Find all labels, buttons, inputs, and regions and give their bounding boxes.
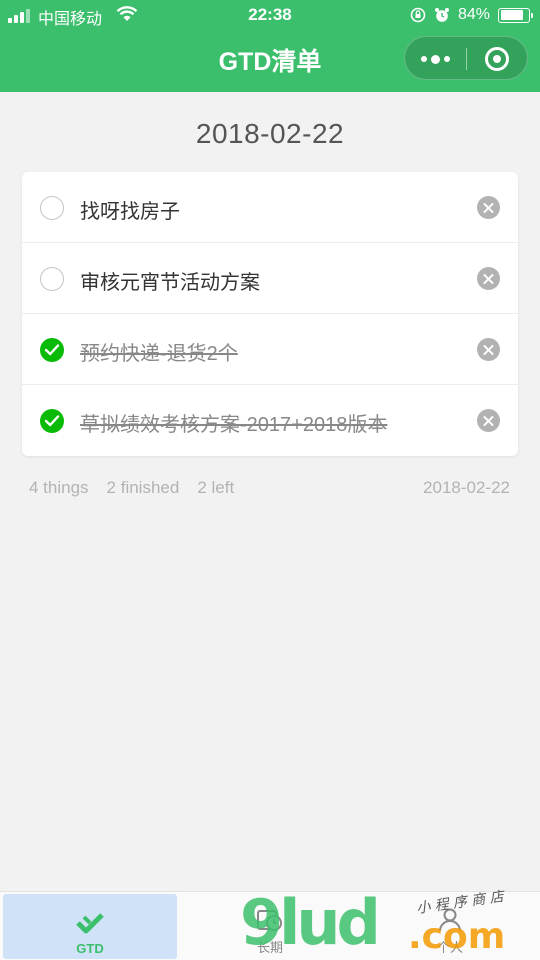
checkmark-icon xyxy=(44,344,60,356)
task-text[interactable]: 审核元宵节活动方案 xyxy=(80,266,260,295)
tab-long-term[interactable]: 长期 xyxy=(180,894,360,959)
task-row: 找呀找房子 xyxy=(22,172,518,243)
task-checkbox[interactable] xyxy=(40,196,64,220)
task-text[interactable]: 草拟绩效考核方案-2017+2018版本 xyxy=(80,408,387,437)
rotation-lock-icon xyxy=(410,7,426,23)
task-row: 审核元宵节活动方案 xyxy=(22,243,518,314)
tab-gtd[interactable]: GTD xyxy=(3,894,177,959)
stat-total: 4 things xyxy=(29,478,89,497)
battery-icon xyxy=(498,7,533,23)
delete-icon[interactable] xyxy=(477,196,500,219)
tab-label: 个人 xyxy=(436,940,463,955)
alarm-icon xyxy=(434,8,449,22)
tab-label: 长期 xyxy=(256,940,283,955)
tab-personal[interactable]: 个人 xyxy=(360,894,540,959)
delete-icon[interactable] xyxy=(477,409,500,432)
delete-icon[interactable] xyxy=(477,338,500,361)
tab-label: GTD xyxy=(76,941,104,956)
calendar-clock-icon xyxy=(257,910,282,931)
more-dots-icon[interactable] xyxy=(405,37,466,81)
delete-icon[interactable] xyxy=(477,267,500,290)
task-checkbox-checked[interactable] xyxy=(40,409,64,433)
task-checkbox-checked[interactable] xyxy=(40,338,64,362)
task-row: 预约快递-退货2个 xyxy=(22,314,518,385)
person-icon xyxy=(439,908,461,932)
top-bar: 中国移动 22:38 84% GTD清单 xyxy=(0,0,540,92)
gtd-check-icon xyxy=(76,913,104,934)
mini-program-capsule xyxy=(404,36,528,80)
task-text[interactable]: 预约快递-退货2个 xyxy=(80,337,238,366)
stat-left: 2 left xyxy=(197,478,235,497)
tab-bar: GTD 长期 个人 xyxy=(0,891,540,960)
checkmark-icon xyxy=(44,415,60,427)
status-bar: 中国移动 22:38 84% xyxy=(0,0,540,30)
task-list: 找呀找房子 审核元宵节活动方案 预约快递-退货2个 草拟绩效考核方案-2017+… xyxy=(22,172,518,456)
task-stats: 4 things 2 finished 2 left xyxy=(29,478,234,498)
date-heading: 2018-02-22 xyxy=(195,118,345,149)
task-checkbox[interactable] xyxy=(40,267,64,291)
battery-percent: 84% xyxy=(457,6,490,23)
task-text[interactable]: 找呀找房子 xyxy=(80,195,180,224)
task-row: 草拟绩效考核方案-2017+2018版本 xyxy=(22,385,518,456)
stat-finished: 2 finished xyxy=(106,478,180,497)
target-circle-icon[interactable] xyxy=(466,37,527,81)
footer-date: 2018-02-22 xyxy=(423,478,510,497)
